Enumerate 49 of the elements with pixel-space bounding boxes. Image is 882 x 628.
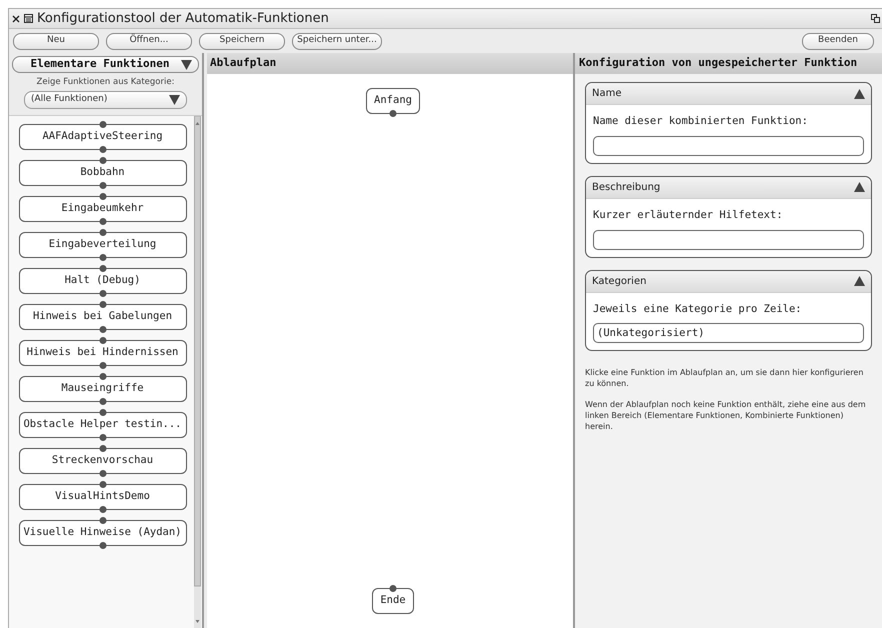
- function-node[interactable]: Bobbahn: [18, 160, 186, 186]
- window-title: Konfigurationstool der Automatik-Funktionen: [37, 10, 329, 28]
- collapse-icon[interactable]: [854, 276, 865, 286]
- connector-icon: [99, 120, 106, 128]
- toolbar-button[interactable]: Neu: [13, 32, 99, 50]
- function-node[interactable]: Streckenvorschau: [18, 448, 186, 474]
- toolbar-button[interactable]: Speichern unter...: [292, 32, 382, 50]
- function-node[interactable]: Eingabeumkehr: [18, 196, 186, 222]
- function-node[interactable]: VisualHintsDemo: [18, 484, 186, 510]
- section-header[interactable]: Beschreibung: [586, 176, 871, 199]
- text-field[interactable]: [593, 230, 864, 250]
- function-node[interactable]: Ende: [372, 588, 414, 614]
- collapse-icon[interactable]: [854, 88, 865, 98]
- category-label: Zeige Funktionen aus Kategorie:: [36, 76, 176, 89]
- toolbar-button[interactable]: Speichern: [199, 32, 285, 50]
- connector-icon: [390, 585, 396, 592]
- panel-dropdown[interactable]: Elementare Funktionen: [12, 56, 199, 73]
- category-select[interactable]: (Alle Funktionen): [24, 90, 187, 109]
- function-node[interactable]: Halt (Debug): [18, 268, 186, 294]
- collapse-icon[interactable]: [854, 182, 865, 192]
- hint-text: Wenn der Ablaufplan noch keine Funktion enthält, ziehe eine aus dem linken Bereich (Elementare Funktionen, Kombinierte Funktionen) herein.: [585, 399, 867, 432]
- close-icon[interactable]: [12, 14, 20, 22]
- connector-icon: [390, 110, 396, 117]
- expand-icon[interactable]: [181, 60, 192, 70]
- section-header[interactable]: Kategorien: [586, 270, 871, 292]
- section-header[interactable]: Name: [586, 83, 871, 105]
- panel-header: Konfiguration von ungespeicherter Funktion: [575, 53, 882, 74]
- scrollbar[interactable]: [194, 116, 201, 628]
- quit-button[interactable]: Beenden: [802, 32, 874, 50]
- text-field[interactable]: (Unkategorisiert): [593, 323, 864, 344]
- function-node[interactable]: Obstacle Helper testin...: [18, 412, 186, 438]
- field-label: Name dieser kombinierten Funktion:: [593, 114, 809, 129]
- function-node[interactable]: Hinweis bei Hindernissen: [18, 340, 186, 366]
- field-label: Kurzer erläuternder Hilfetext:: [593, 208, 784, 223]
- function-node[interactable]: Eingabeverteilung: [18, 232, 186, 258]
- panel-header: Ablaufplan: [207, 53, 573, 74]
- function-node[interactable]: Hinweis bei Gabelungen: [18, 304, 186, 330]
- function-node[interactable]: AAFAdaptiveSteering: [18, 124, 186, 150]
- restore-icon[interactable]: [871, 14, 880, 23]
- toolbar-button[interactable]: Öffnen...: [106, 32, 192, 50]
- window-menu-icon[interactable]: [24, 14, 33, 23]
- function-node[interactable]: Anfang: [366, 88, 420, 114]
- function-node[interactable]: Mauseingriffe: [18, 376, 186, 402]
- expand-icon[interactable]: [169, 94, 180, 105]
- hint-text: Klicke eine Funktion im Ablaufplan an, um sie dann hier konfigurieren zu können.: [585, 367, 864, 390]
- field-label: Jeweils eine Kategorie pro Zeile:: [593, 302, 803, 316]
- text-field[interactable]: [593, 136, 864, 156]
- connector-icon: [99, 542, 106, 549]
- function-node[interactable]: Visuelle Hinweise (Aydan): [18, 520, 186, 546]
